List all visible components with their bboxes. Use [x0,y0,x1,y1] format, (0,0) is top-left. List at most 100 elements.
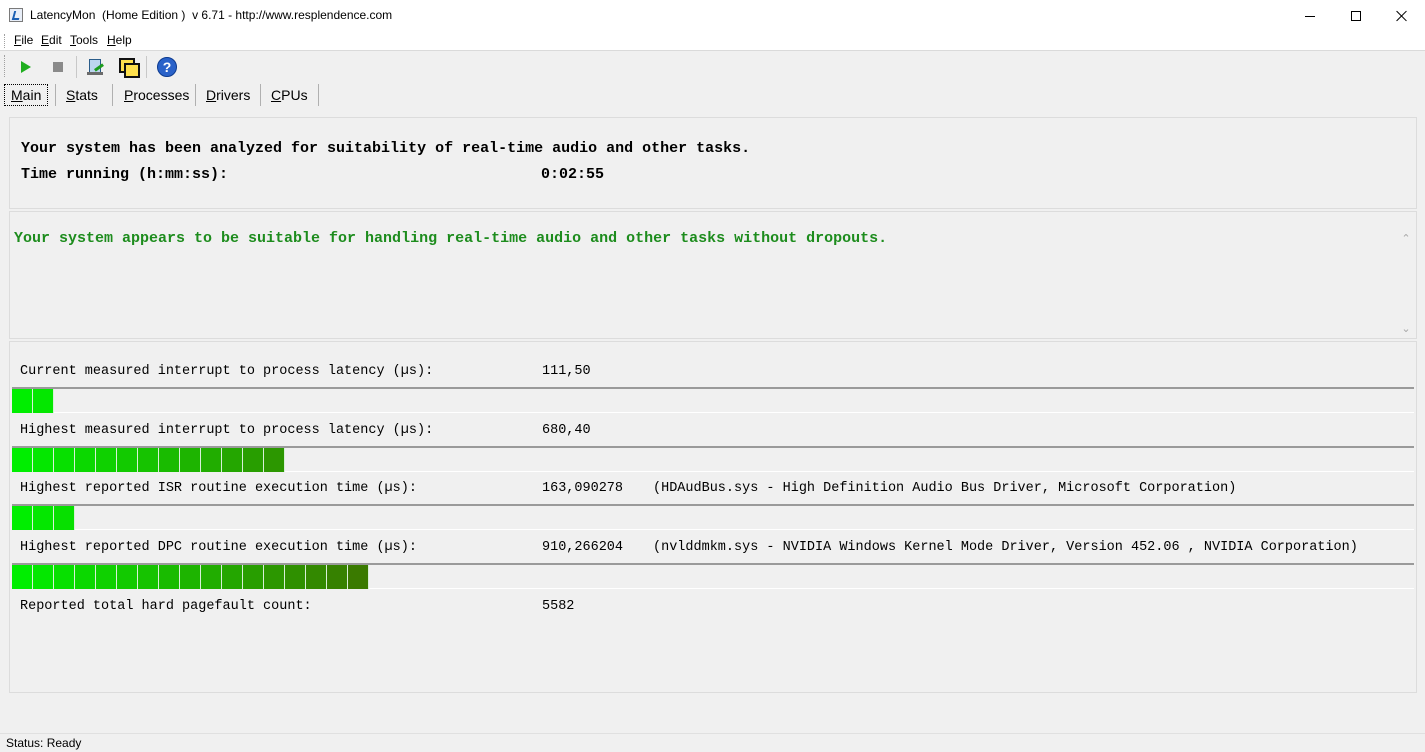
latency-bar-fill [12,565,369,589]
cpu-analyze-button[interactable] [84,55,108,79]
bar-segment [201,448,222,472]
toolbar-separator [146,56,147,78]
tab-separator [112,84,113,106]
menu-edit[interactable]: Edit [41,33,62,47]
start-button[interactable] [14,55,38,79]
latency-bar-fill [12,389,54,413]
cpu-analyze-icon [87,58,105,76]
status-text: Status: Ready [6,736,82,750]
menu-help[interactable]: Help [107,33,132,47]
status-bar: Status: Ready [0,733,1425,752]
latency-bar-fill [12,506,75,530]
tab-processes[interactable]: Processes [118,84,195,106]
bar-segment [159,565,180,589]
latency-bar [12,446,1414,472]
metric-value: 680,40 [542,423,591,438]
windows-button[interactable] [116,55,140,79]
bar-segment [201,565,222,589]
stop-button[interactable] [46,55,70,79]
bar-segment [222,448,243,472]
bar-segment [12,389,33,413]
bar-segment [117,448,138,472]
latency-bar [12,563,1414,589]
bar-segment [138,448,159,472]
help-icon: ? [157,57,177,77]
bar-segment [54,506,75,530]
tab-separator [260,84,261,106]
tab-main[interactable]: Main [4,84,49,106]
menu-file[interactable]: File [14,33,33,47]
metric-driver: (nvlddmkm.sys - NVIDIA Windows Kernel Mo… [653,540,1358,555]
tab-separator [195,84,196,106]
latency-bar [12,504,1414,530]
bar-segment [306,565,327,589]
metric-label: Current measured interrupt to process la… [20,364,434,379]
play-icon [21,61,31,73]
tab-separator [55,84,56,106]
metric-label: Highest measured interrupt to process la… [20,423,434,438]
metric-label: Reported total hard pagefault count: [20,599,312,614]
toolbar-grip [4,55,7,77]
window-title: LatencyMon (Home Edition ) v 6.71 - http… [30,8,393,22]
bar-segment [264,565,285,589]
bar-segment [117,565,138,589]
toolbar: ? [0,51,1425,81]
bar-segment [12,506,33,530]
help-button[interactable]: ? [155,55,179,79]
verdict-message: Your system appears to be suitable for h… [14,230,888,247]
tab-separator [318,84,319,106]
bar-segment [33,448,54,472]
latency-bar-fill [12,448,285,472]
tab-stats[interactable]: Stats [60,84,104,106]
tab-drivers[interactable]: Drivers [200,84,256,106]
bar-segment [138,565,159,589]
metric-value: 5582 [542,599,575,614]
close-icon [1396,10,1408,22]
bar-segment [12,565,33,589]
scroll-up-arrow-icon[interactable]: ⌃ [1400,232,1412,245]
time-running-label: Time running (h:mm:ss): [21,166,229,183]
bar-segment [54,448,75,472]
bar-segment [222,565,243,589]
windows-icon [118,57,140,78]
time-running-value: 0:02:55 [541,166,605,183]
maximize-button[interactable] [1333,0,1379,32]
bar-segment [327,565,348,589]
scroll-down-arrow-icon[interactable]: ⌄ [1400,322,1412,335]
bar-segment [264,448,285,472]
metric-value: 163,090278 [542,481,624,496]
tab-cpus[interactable]: C PUs [265,84,314,106]
bar-segment [180,565,201,589]
summary-panel: Your system has been analyzed for suitab… [9,117,1417,209]
bar-segment [96,565,117,589]
verdict-panel: Your system appears to be suitable for h… [9,211,1417,339]
metric-label: Highest reported DPC routine execution t… [20,540,417,555]
metric-value: 910,266204 [542,540,624,555]
menu-bar: File Edit Tools Help [0,32,1425,51]
menu-tools[interactable]: Tools [70,33,98,47]
maximize-icon [1351,11,1361,21]
bar-segment [96,448,117,472]
bar-segment [243,565,264,589]
latency-bar [12,387,1414,413]
bar-segment [75,448,96,472]
bar-segment [33,565,54,589]
toolbar-separator [76,56,77,78]
bar-segment [285,565,306,589]
title-bar: LatencyMon (Home Edition ) v 6.71 - http… [0,0,1425,32]
metrics-panel: Current measured interrupt to process la… [9,341,1417,693]
analysis-statement: Your system has been analyzed for suitab… [21,140,751,157]
bar-segment [243,448,264,472]
minimize-button[interactable] [1287,0,1333,32]
close-button[interactable] [1379,0,1425,32]
bar-segment [75,565,96,589]
app-icon [9,8,23,22]
bar-segment [180,448,201,472]
metric-label: Highest reported ISR routine execution t… [20,481,417,496]
metric-driver: (HDAudBus.sys - High Definition Audio Bu… [653,481,1237,496]
bar-segment [159,448,180,472]
bar-segment [33,389,54,413]
minimize-icon [1305,15,1315,17]
bar-segment [348,565,369,589]
bar-segment [33,506,54,530]
